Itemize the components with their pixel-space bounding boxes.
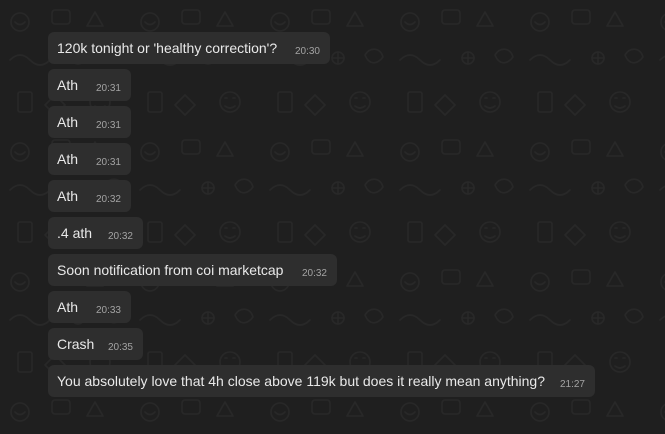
message-timestamp: 20:30: [294, 46, 320, 57]
message-text: Ath: [57, 151, 79, 167]
message-text: Soon notification from coi marketcap: [57, 262, 284, 278]
message-bubble[interactable]: You absolutely love that 4h close above …: [48, 365, 595, 397]
message-bubble[interactable]: .4 ath 20:32: [48, 217, 143, 249]
message-bubble[interactable]: Ath 20:31: [48, 143, 131, 175]
message-bubble[interactable]: Soon notification from coi marketcap 20:…: [48, 254, 337, 286]
message-text: Ath: [57, 188, 79, 204]
message-timestamp: 20:33: [95, 305, 121, 316]
message-text: Crash: [57, 336, 95, 352]
message-text: 120k tonight or 'healthy correction'?: [57, 40, 278, 56]
message-text: Ath: [57, 114, 79, 130]
message-timestamp: 20:31: [95, 83, 121, 94]
message-bubble[interactable]: Ath 20:31: [48, 69, 131, 101]
message-text: Ath: [57, 299, 79, 315]
message-bubble[interactable]: Ath 20:31: [48, 106, 131, 138]
message-text: Ath: [57, 77, 79, 93]
message-bubble[interactable]: Ath 20:33: [48, 291, 131, 323]
message-bubble[interactable]: Ath 20:32: [48, 180, 131, 212]
message-timestamp: 20:31: [95, 120, 121, 131]
message-timestamp: 21:27: [559, 379, 585, 390]
chat-area: 120k tonight or 'healthy correction'? 20…: [0, 0, 665, 434]
message-bubble[interactable]: Crash 20:35: [48, 328, 143, 360]
message-bubble[interactable]: 120k tonight or 'healthy correction'? 20…: [48, 32, 330, 64]
message-timestamp: 20:32: [95, 194, 121, 205]
message-text: .4 ath: [57, 225, 93, 241]
message-timestamp: 20:35: [107, 342, 133, 353]
message-timestamp: 20:31: [95, 157, 121, 168]
message-timestamp: 20:32: [301, 268, 327, 279]
message-text: You absolutely love that 4h close above …: [57, 373, 545, 389]
message-timestamp: 20:32: [107, 231, 133, 242]
